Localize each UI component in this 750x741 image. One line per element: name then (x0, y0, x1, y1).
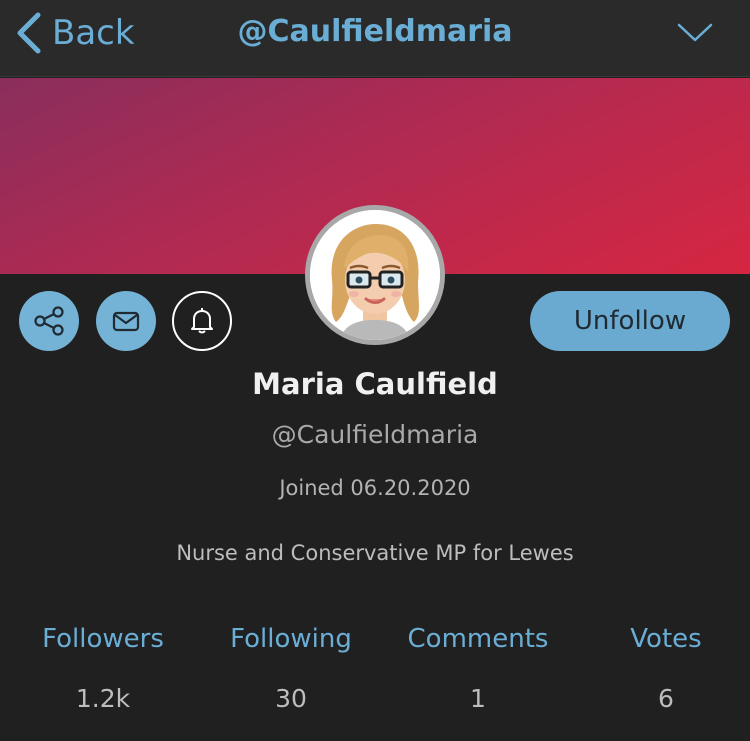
profile-handle: @Caulfieldmaria (271, 420, 479, 449)
message-button[interactable] (96, 291, 156, 351)
stat-label-comments: Comments (407, 624, 549, 654)
share-icon (34, 306, 64, 336)
profile-name: Maria Caulfield (252, 367, 498, 401)
share-button[interactable] (19, 291, 79, 351)
stat-value-comments: 1 (470, 684, 486, 713)
memoji-avatar-image (310, 210, 440, 340)
stat-label-votes: Votes (630, 624, 702, 654)
bell-icon (191, 308, 213, 334)
notifications-button[interactable] (172, 291, 232, 351)
joined-date: Joined 06.20.2020 (279, 476, 471, 500)
unfollow-button[interactable]: Unfollow (530, 291, 730, 351)
stat-value-followers: 1.2k (75, 684, 131, 713)
stat-label-followers: Followers (42, 624, 164, 654)
stat-value-votes: 6 (658, 684, 674, 713)
avatar (305, 205, 445, 345)
stat-value-following: 30 (275, 684, 307, 713)
profile-bio: Nurse and Conservative MP for Lewes (176, 541, 574, 565)
page-title: @Caulfieldmaria (237, 14, 513, 49)
chevron-down-icon[interactable] (676, 20, 714, 46)
top-navigation-bar: Back @Caulfieldmaria (0, 0, 750, 77)
stat-label-following: Following (230, 624, 352, 654)
mail-icon (112, 311, 140, 332)
